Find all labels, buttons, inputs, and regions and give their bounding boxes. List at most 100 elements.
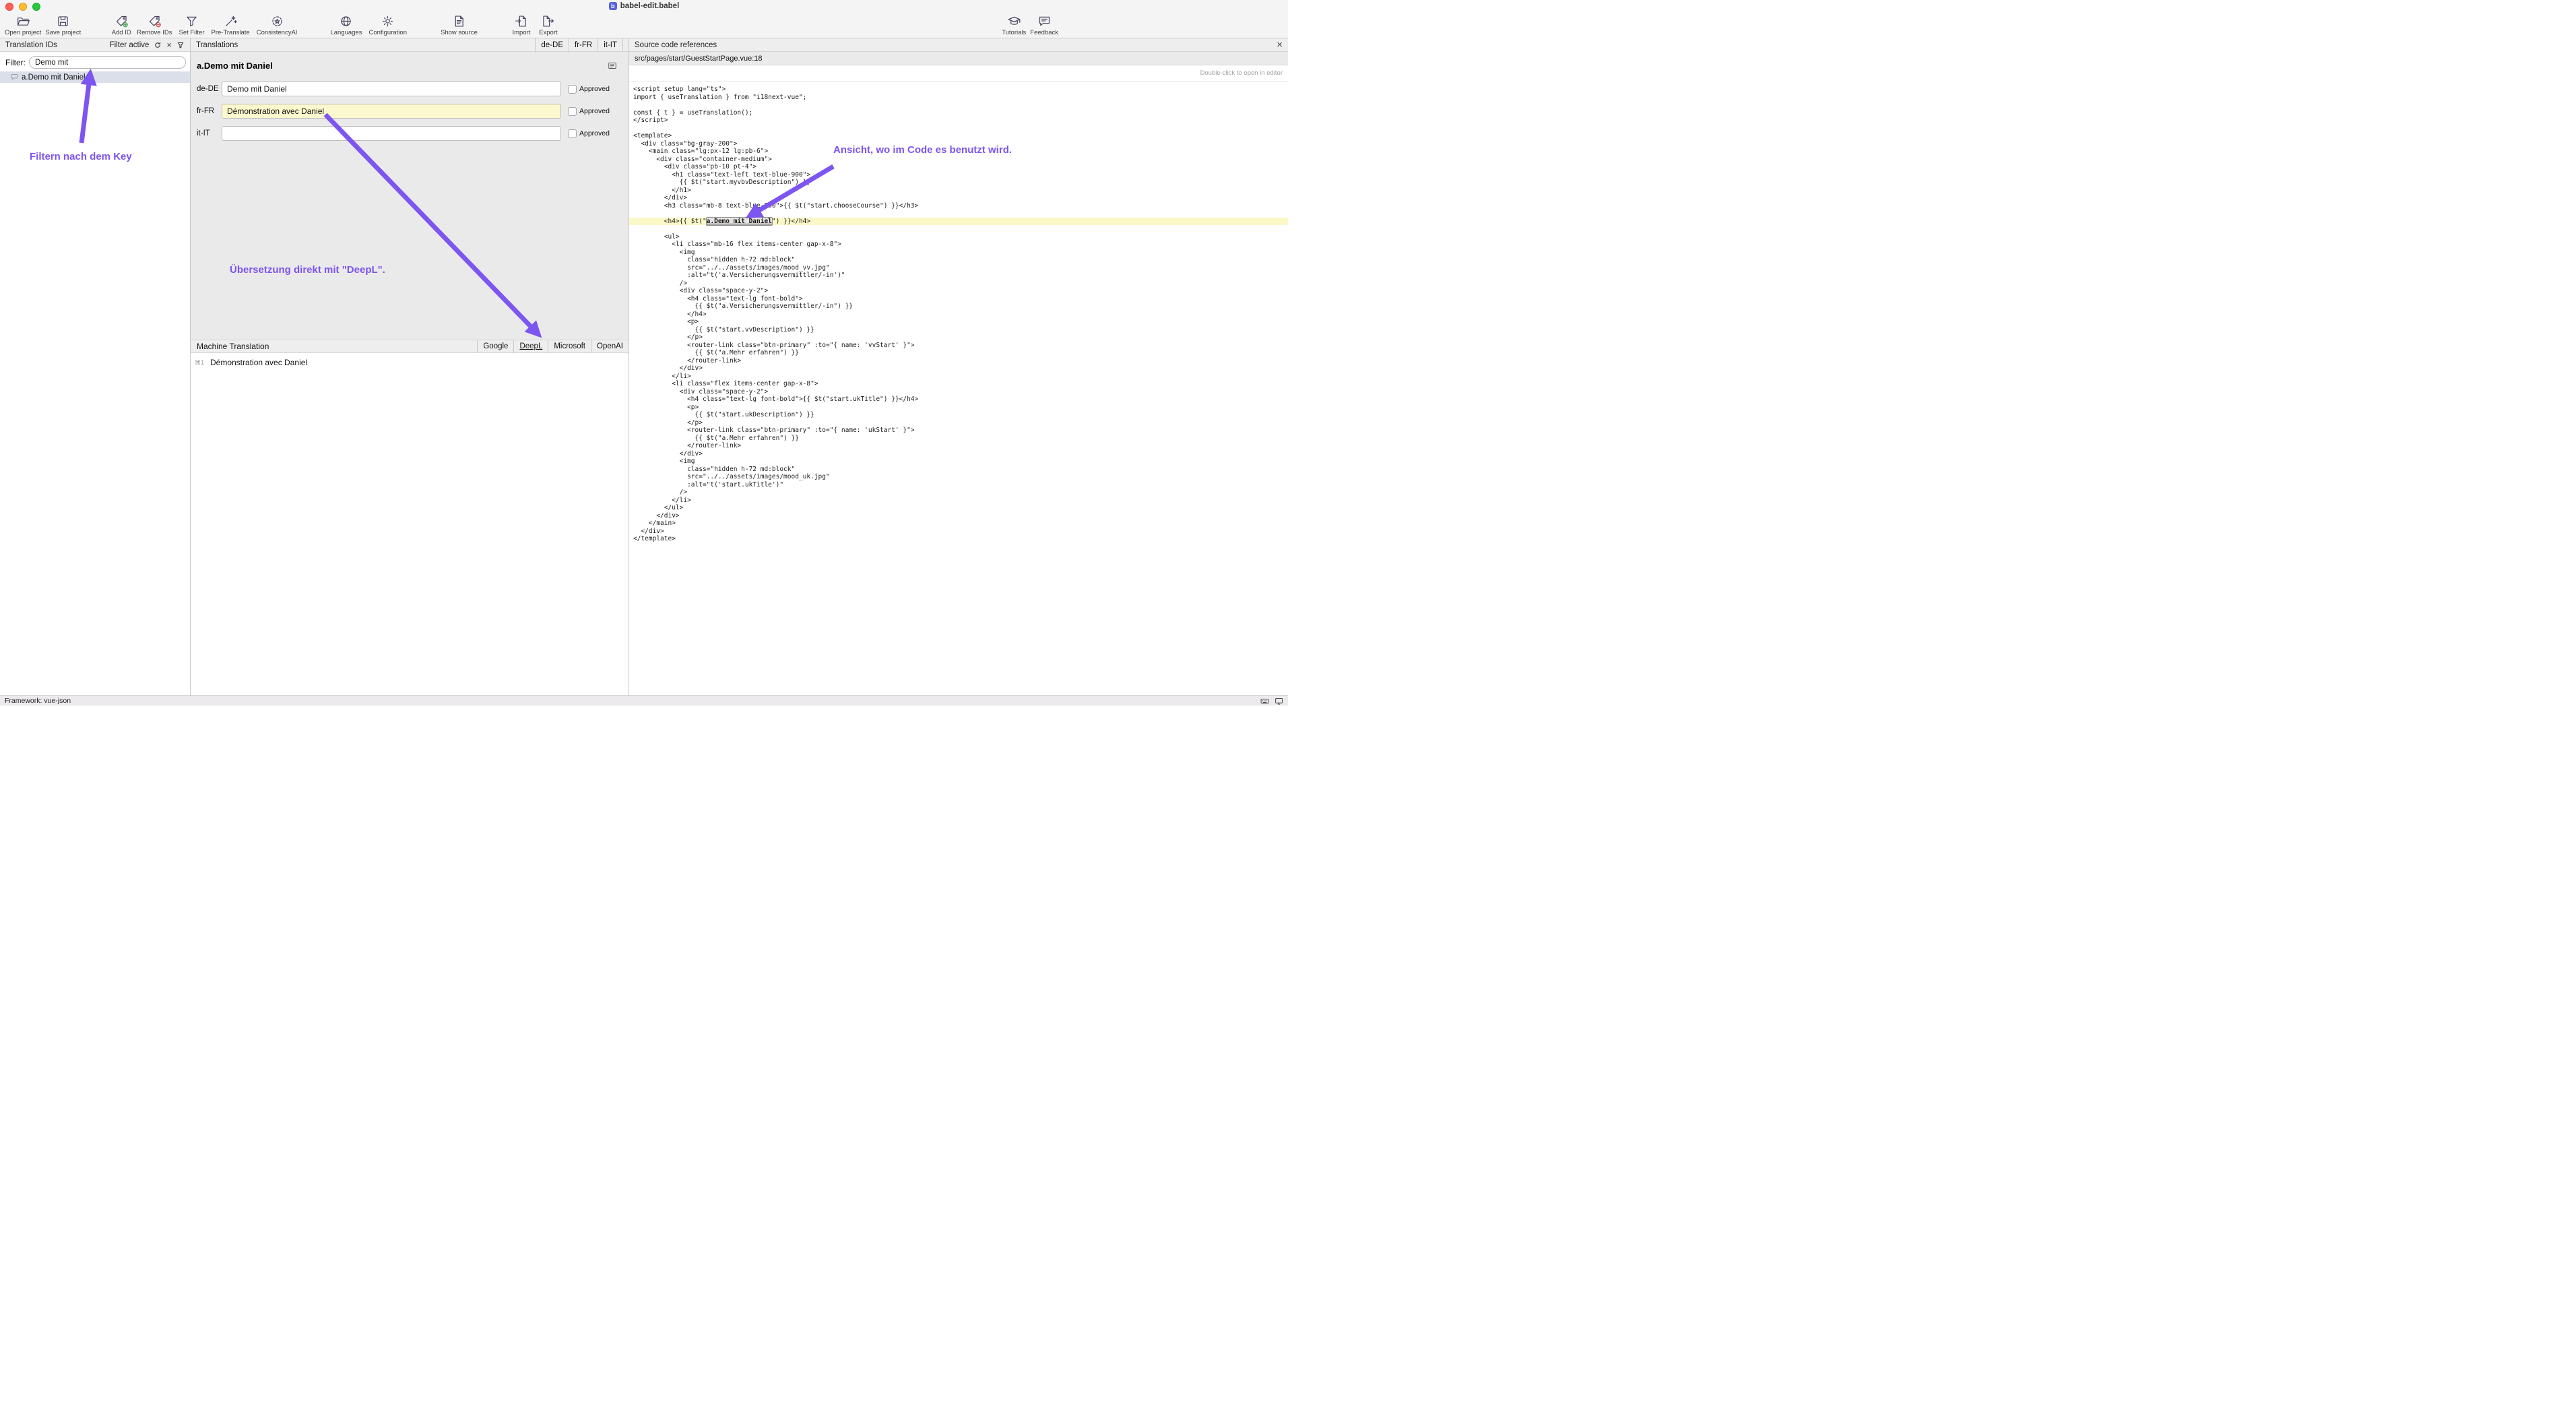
toolbar-open-project[interactable]: Open project bbox=[3, 14, 43, 36]
filter-input[interactable] bbox=[29, 56, 186, 69]
main-area: Translation IDs Filter active × Filter: … bbox=[0, 38, 1288, 695]
code-line bbox=[629, 101, 1288, 109]
translation-input-it[interactable] bbox=[222, 126, 561, 141]
translation-id-list: a.Demo mit Daniel bbox=[0, 71, 190, 695]
approved-checkbox[interactable] bbox=[568, 129, 577, 138]
translation-row-it: it-IT Approved bbox=[197, 126, 612, 141]
key-row: a.Demo mit Daniel bbox=[197, 61, 612, 71]
editor-screen-icon[interactable] bbox=[1275, 697, 1283, 706]
feedback-icon bbox=[1037, 14, 1052, 28]
code-line: </li> bbox=[629, 373, 1288, 381]
comment-icon[interactable] bbox=[608, 61, 617, 71]
translation-input-de[interactable] bbox=[222, 82, 561, 96]
language-label: fr-FR bbox=[197, 107, 222, 115]
filter-controls: Filter active × bbox=[110, 41, 185, 49]
machine-translation-body: ⌘1 Démonstration avec Daniel bbox=[191, 353, 629, 695]
toolbar-save-project[interactable]: Save project bbox=[43, 14, 83, 36]
approved-checkbox[interactable] bbox=[568, 85, 577, 94]
code-line: </div> bbox=[629, 512, 1288, 520]
gear-icon bbox=[381, 14, 395, 28]
code-line: <li class="mb-16 flex items-center gap-x… bbox=[629, 241, 1288, 249]
file-reference-bar[interactable]: src/pages/start/GuestStartPage.vue:18 bbox=[629, 52, 1288, 65]
source-references-header: Source code references × bbox=[629, 38, 1288, 52]
provider-microsoft[interactable]: Microsoft bbox=[548, 340, 591, 353]
code-line: <h4>{{ $t("a.Demo mit Daniel") }}</h4> bbox=[629, 218, 1288, 226]
close-panel-icon[interactable]: × bbox=[1277, 41, 1283, 49]
toolbar-label: ConsistencyAI bbox=[257, 29, 298, 36]
toolbar-export[interactable]: Export bbox=[535, 14, 562, 36]
shortcut-badge: ⌘1 bbox=[195, 359, 205, 367]
toolbar-remove-ids[interactable]: Remove IDs bbox=[135, 14, 174, 36]
code-line: src="../../assets/images/mood_uk.jpg" bbox=[629, 473, 1288, 481]
code-line: <div class="pb-10 pt-4"> bbox=[629, 163, 1288, 171]
window-chrome: b babel-edit.babel Open project Save pro… bbox=[0, 0, 1288, 38]
code-line: </div> bbox=[629, 450, 1288, 458]
code-line: </li> bbox=[629, 497, 1288, 505]
highlighted-key-reference[interactable]: a.Demo mit Daniel bbox=[707, 218, 772, 225]
toolbar-consistency-ai[interactable]: ConsistencyAI bbox=[255, 14, 300, 36]
code-line bbox=[629, 210, 1288, 218]
approved-control: Approved bbox=[568, 129, 612, 138]
filter-funnel-icon[interactable] bbox=[176, 41, 185, 49]
code-line: <p> bbox=[629, 404, 1288, 412]
code-line: </p> bbox=[629, 334, 1288, 342]
provider-openai[interactable]: OpenAI bbox=[591, 340, 629, 353]
refresh-icon[interactable] bbox=[154, 41, 162, 49]
code-line: <img bbox=[629, 249, 1288, 257]
translations-panel: Translations de-DE fr-FR it-IT a.Demo mi… bbox=[191, 38, 629, 695]
toolbar-feedback[interactable]: Feedback bbox=[1028, 14, 1060, 36]
toolbar-tutorials[interactable]: Tutorials bbox=[1000, 14, 1028, 36]
mt-suggestion-row[interactable]: ⌘1 Démonstration avec Daniel bbox=[195, 358, 629, 367]
source-code-view[interactable]: <script setup lang="ts">import { useTran… bbox=[629, 82, 1288, 695]
code-line: {{ $t("a.Mehr erfahren") }} bbox=[629, 435, 1288, 443]
tab-fr-FR[interactable]: fr-FR bbox=[569, 38, 598, 52]
add-id-icon bbox=[115, 14, 129, 28]
editor-hint-row: Double-click to open in editor bbox=[629, 65, 1288, 82]
code-line: <div class="space-y-2"> bbox=[629, 388, 1288, 396]
toolbar-show-source[interactable]: Show source bbox=[439, 14, 480, 36]
code-line: {{ $t("a.Mehr erfahren") }} bbox=[629, 349, 1288, 357]
code-line: {{ $t("start.myvbvDescription") }} bbox=[629, 179, 1288, 187]
toolbar-configuration[interactable]: Configuration bbox=[366, 14, 409, 36]
translation-row-fr: fr-FR Approved bbox=[197, 104, 612, 119]
toolbar-label: Import bbox=[512, 29, 530, 36]
tab-it-IT[interactable]: it-IT bbox=[598, 38, 623, 52]
toolbar-add-id[interactable]: Add ID bbox=[108, 14, 135, 36]
translations-title: Translations bbox=[196, 41, 238, 49]
clear-filter-icon[interactable]: × bbox=[166, 41, 172, 49]
save-project-icon bbox=[56, 14, 70, 28]
toolbar-pre-translate[interactable]: Pre-Translate bbox=[210, 14, 252, 36]
code-line: <router-link class="btn-primary" :to="{ … bbox=[629, 342, 1288, 350]
toolbar-languages[interactable]: Languages bbox=[328, 14, 364, 36]
approved-control: Approved bbox=[568, 107, 612, 116]
code-line: </ul> bbox=[629, 504, 1288, 512]
tab-de-DE[interactable]: de-DE bbox=[535, 38, 569, 52]
code-line: <template> bbox=[629, 132, 1288, 140]
code-line bbox=[629, 225, 1288, 233]
code-line: <div class="space-y-2"> bbox=[629, 287, 1288, 295]
toolbar-label: Show source bbox=[441, 29, 478, 36]
code-line: {{ $t("start.ukDescription") }} bbox=[629, 411, 1288, 419]
approved-checkbox[interactable] bbox=[568, 107, 577, 116]
machine-translation-title: Machine Translation bbox=[197, 342, 269, 351]
translation-key-title: a.Demo mit Daniel bbox=[197, 61, 273, 71]
framework-status: Framework: vue-json bbox=[5, 697, 71, 705]
code-line: <li class="flex items-center gap-x-8"> bbox=[629, 380, 1288, 388]
code-line: const { t } = useTranslation(); bbox=[629, 109, 1288, 117]
toolbar-set-filter[interactable]: Set Filter bbox=[176, 14, 206, 36]
provider-google[interactable]: Google bbox=[477, 340, 513, 353]
translation-ids-header: Translation IDs Filter active × bbox=[0, 38, 190, 52]
tutorials-icon bbox=[1007, 14, 1021, 28]
translation-ids-panel: Translation IDs Filter active × Filter: … bbox=[0, 38, 191, 695]
provider-deepl[interactable]: DeepL bbox=[513, 340, 548, 353]
magic-wand-icon bbox=[224, 14, 238, 28]
keyboard-icon[interactable] bbox=[1260, 697, 1269, 706]
translation-input-fr[interactable] bbox=[222, 104, 561, 119]
translation-ids-title: Translation IDs bbox=[5, 41, 57, 49]
toolbar-import[interactable]: Import bbox=[508, 14, 535, 36]
list-item[interactable]: a.Demo mit Daniel bbox=[0, 71, 190, 83]
approved-label: Approved bbox=[579, 85, 610, 93]
code-line: </template> bbox=[629, 535, 1288, 543]
toolbar-label: Open project bbox=[5, 29, 41, 36]
code-line: <h4 class="text-lg font-bold">{{ $t("sta… bbox=[629, 396, 1288, 404]
